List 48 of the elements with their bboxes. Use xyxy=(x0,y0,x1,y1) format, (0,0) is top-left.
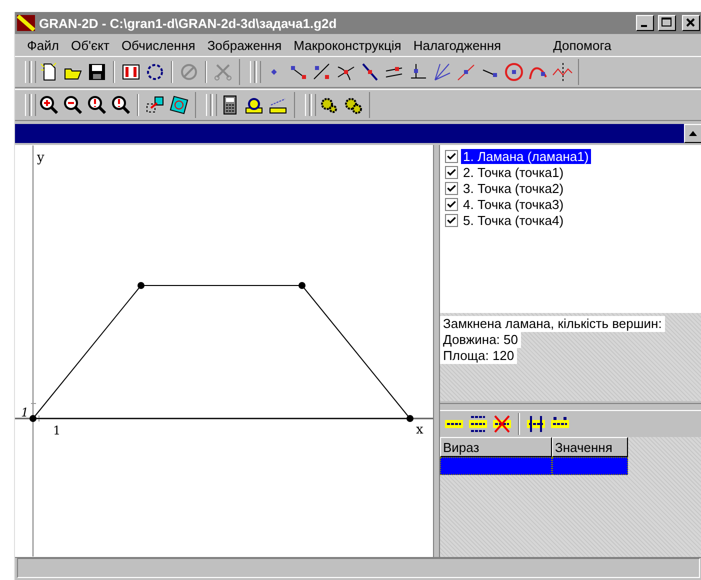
checkbox[interactable] xyxy=(445,150,458,162)
object-list-item[interactable]: 4. Точка (точка3) xyxy=(461,196,566,212)
table-cell[interactable] xyxy=(440,457,552,475)
scroll-up-button[interactable] xyxy=(684,124,701,143)
menu-item[interactable]: Налагодження xyxy=(407,38,508,52)
menu-item[interactable]: Допомога xyxy=(547,38,618,52)
delete-tool-icon[interactable] xyxy=(491,413,513,435)
tick-label: 1 xyxy=(21,406,29,420)
minimize-button[interactable] xyxy=(636,15,654,31)
circle-tool-icon[interactable] xyxy=(503,61,525,83)
zoom-tool-icon[interactable] xyxy=(86,94,108,116)
tick-label: 1 xyxy=(53,424,61,438)
table-cell[interactable] xyxy=(552,457,628,475)
object-list-item[interactable]: 3. Точка (точка2) xyxy=(461,180,566,196)
app-logo-icon xyxy=(17,15,35,31)
object-list-item[interactable]: 1. Ламана (ламана1) xyxy=(461,148,591,164)
menu-item[interactable]: Об'єкт xyxy=(64,38,116,52)
object-list-item[interactable]: 5. Точка (точка4) xyxy=(461,212,566,228)
zoom-in-tool-icon[interactable] xyxy=(38,94,60,116)
menu-item[interactable]: Макроконструкція xyxy=(288,38,408,52)
maximize-button[interactable] xyxy=(658,15,676,31)
zoom-region-tool-icon[interactable] xyxy=(110,94,132,116)
drawing-canvas[interactable]: y 1 1 x xyxy=(15,145,433,557)
menu-item[interactable]: Зображення xyxy=(201,38,288,52)
menu-item[interactable]: Файл xyxy=(21,38,65,52)
vertex-point[interactable] xyxy=(298,282,306,289)
axis-label: y xyxy=(37,150,44,166)
menu-item[interactable]: Обчислення xyxy=(115,38,202,52)
info-text: Замкнена ламана, кількість вершин: xyxy=(440,316,665,332)
column-header[interactable]: Значення xyxy=(552,437,628,457)
column-header[interactable]: Вираз xyxy=(440,437,552,457)
window-title: GRAN-2D - C:\gran1-d\GRAN-2d-3d\задача1.g2d xyxy=(39,16,338,30)
vertex-point[interactable] xyxy=(30,415,36,422)
axis-label: x xyxy=(416,422,424,438)
splitter-bar[interactable] xyxy=(440,403,701,411)
info-text: Довжина: 50 xyxy=(440,332,521,348)
info-text: Площа: 120 xyxy=(440,348,518,364)
checkbox[interactable] xyxy=(445,214,458,226)
object-list-item[interactable]: 2. Точка (точка1) xyxy=(461,164,566,180)
close-button[interactable] xyxy=(682,15,700,31)
vertex-point[interactable] xyxy=(138,282,144,289)
vertex-point[interactable] xyxy=(406,415,414,422)
checkbox[interactable] xyxy=(445,166,458,178)
reflect-tool-icon[interactable] xyxy=(551,61,573,83)
checkbox[interactable] xyxy=(445,182,458,194)
zoom-out-tool-icon[interactable] xyxy=(62,94,84,116)
checkbox[interactable] xyxy=(445,198,458,210)
save-tool-icon[interactable] xyxy=(86,61,108,83)
